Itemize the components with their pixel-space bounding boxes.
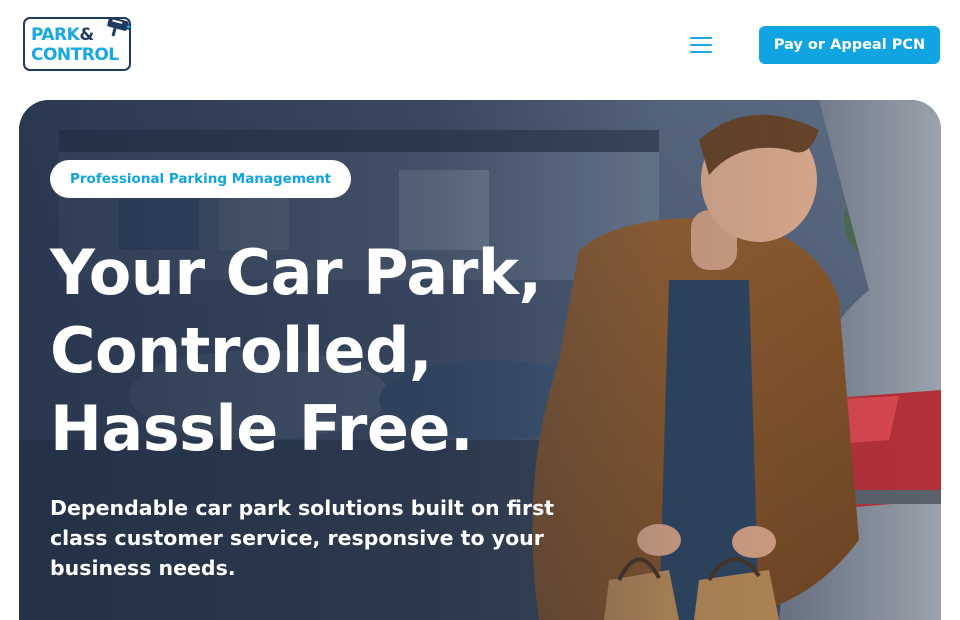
- site-header: PARK& CONTROL Pay or Appeal PCN: [0, 0, 960, 92]
- logo-ampersand: &: [79, 25, 94, 45]
- hero-headline: Your Car Park, Controlled, Hassle Free.: [50, 234, 610, 468]
- hero-subheading: Dependable car park solutions built on f…: [50, 496, 555, 580]
- logo-text-control: CONTROL: [31, 45, 119, 65]
- hero-headline-line-3: Hassle Free.: [50, 392, 474, 465]
- hero-badge: Professional Parking Management: [50, 160, 352, 198]
- park-and-control-logo[interactable]: PARK& CONTROL: [23, 16, 131, 71]
- cctv-camera-icon: [107, 16, 131, 37]
- hero-headline-line-2: Controlled,: [50, 314, 433, 387]
- hero-section: Professional Parking Management Your Car…: [19, 100, 941, 620]
- hero-headline-line-1: Your Car Park,: [50, 236, 542, 309]
- pay-or-appeal-pcn-button[interactable]: Pay or Appeal PCN: [759, 26, 940, 64]
- hamburger-menu-icon[interactable]: [690, 35, 714, 53]
- logo-text-park: PARK: [31, 25, 80, 45]
